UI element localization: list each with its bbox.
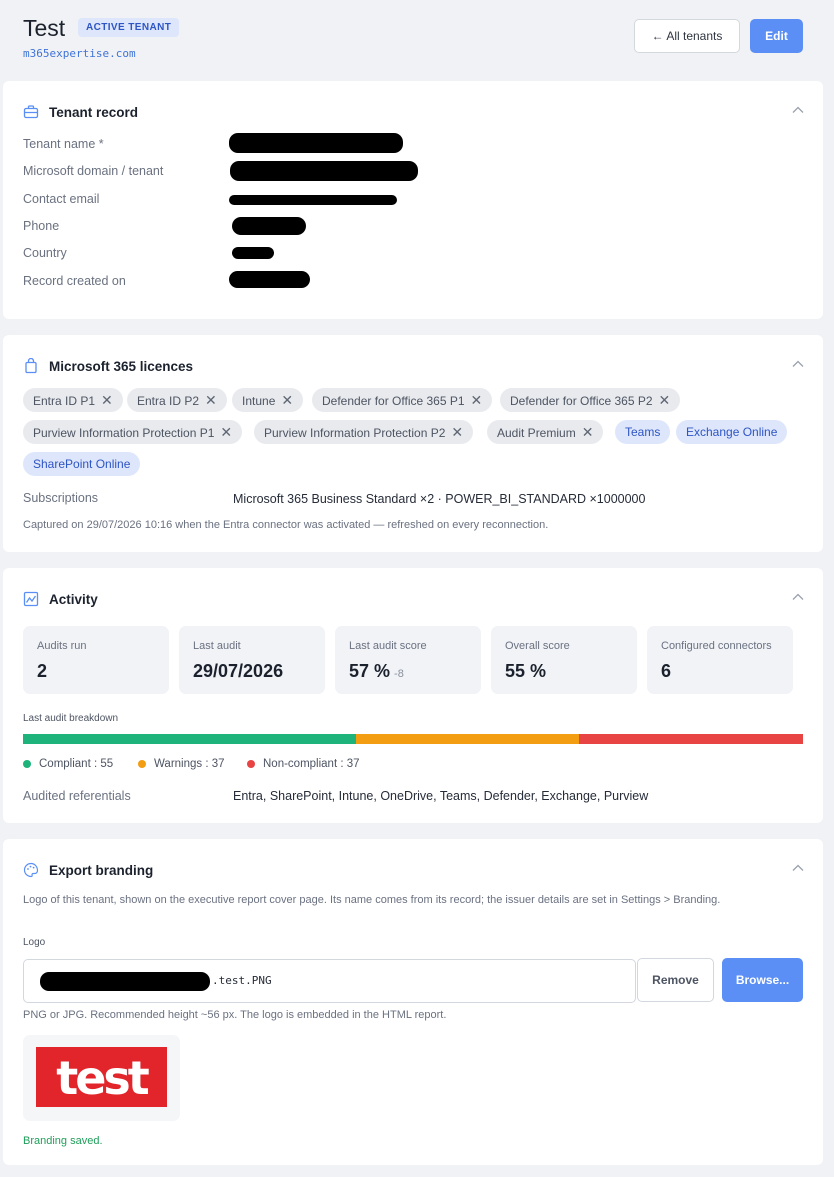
breakdown-label: Last audit breakdown — [23, 713, 119, 724]
browse-button[interactable]: Browse... — [722, 958, 803, 1002]
contact-email-label: Contact email — [23, 192, 100, 206]
tenant-domain: m365expertise.com — [23, 47, 136, 60]
licence-chip[interactable]: Audit Premium ✕ — [487, 420, 604, 444]
licence-chip[interactable]: Teams — [615, 420, 671, 444]
legend-non-compliant: Non-compliant : 37 — [247, 758, 360, 770]
legend-warnings: Warnings : 37 — [138, 758, 225, 770]
remove-icon[interactable]: ✕ — [281, 388, 293, 412]
stat-overall-score: Overall score 55 % — [491, 626, 637, 694]
licence-chip[interactable]: Entra ID P1 ✕ — [23, 388, 123, 412]
card-title: Activity — [49, 591, 98, 607]
edit-button[interactable]: Edit — [750, 19, 803, 53]
svg-text:test: test — [56, 1051, 149, 1105]
breakdown-segment — [579, 734, 803, 744]
chevron-up-icon[interactable] — [791, 357, 805, 371]
country-label: Country — [23, 246, 67, 260]
remove-button[interactable]: Remove — [637, 958, 714, 1002]
chevron-up-icon[interactable] — [791, 861, 805, 875]
licence-chip[interactable]: Entra ID P2 ✕ — [127, 388, 227, 412]
subscriptions-label: Subscriptions — [23, 491, 99, 505]
legend-dot — [247, 760, 255, 768]
logo-file-input[interactable]: .test.PNG — [23, 959, 636, 1003]
file-name-suffix: .test.PNG — [212, 974, 272, 987]
tenant-logo: test — [36, 1047, 167, 1107]
redacted-tenant-name — [229, 133, 403, 153]
activity-chart-icon — [23, 591, 39, 607]
page-header: Test ACTIVE TENANT m365expertise.com ← A… — [0, 0, 834, 80]
bag-icon — [25, 358, 37, 374]
saved-message: Branding saved. — [23, 1135, 103, 1147]
breakdown-bar — [23, 734, 803, 744]
licence-chip[interactable]: Defender for Office 365 P1 ✕ — [312, 388, 493, 412]
licence-chip[interactable]: Intune ✕ — [232, 388, 304, 412]
remove-icon[interactable]: ✕ — [451, 420, 463, 444]
tenant-record-card: Tenant record Tenant name * Microsoft do… — [3, 81, 823, 319]
card-title: Microsoft 365 licences — [49, 358, 194, 374]
all-tenants-button[interactable]: ← All tenants — [634, 19, 740, 53]
phone-label: Phone — [23, 219, 60, 233]
chevron-up-icon[interactable] — [791, 103, 805, 117]
remove-icon[interactable]: ✕ — [220, 420, 232, 444]
subscriptions-value: Microsoft 365 Business Standard ×2 · POW… — [233, 492, 646, 506]
card-title: Tenant record — [49, 104, 139, 120]
legend-dot — [138, 760, 146, 768]
redacted-file-name — [40, 972, 210, 991]
activity-header[interactable]: Activity — [23, 590, 98, 608]
remove-icon[interactable]: ✕ — [205, 388, 217, 412]
redacted-email — [229, 195, 397, 205]
remove-icon[interactable]: ✕ — [582, 420, 594, 444]
remove-icon[interactable]: ✕ — [659, 388, 671, 412]
redacted-phone — [232, 217, 306, 235]
legend-compliant: Compliant : 55 — [23, 758, 113, 770]
remove-icon[interactable]: ✕ — [101, 388, 113, 412]
licences-header[interactable]: Microsoft 365 licences — [23, 357, 193, 375]
licence-chip[interactable]: Purview Information Protection P1 ✕ — [23, 420, 243, 444]
palette-icon — [23, 862, 39, 878]
branding-description: Logo of this tenant, shown on the execut… — [23, 894, 721, 906]
stat-last-audit: Last audit 29/07/2026 — [179, 626, 325, 694]
domain-label: Microsoft domain / tenant — [23, 164, 164, 178]
redacted-domain — [230, 161, 418, 181]
breakdown-segment — [355, 734, 580, 744]
licence-chip[interactable]: Exchange Online — [676, 420, 788, 444]
created-on-label: Record created on — [23, 274, 126, 288]
referentials-label: Audited referentials — [23, 789, 131, 803]
stat-audits-run: Audits run 2 — [23, 626, 169, 694]
chevron-up-icon[interactable] — [791, 590, 805, 604]
status-badge: ACTIVE TENANT — [78, 18, 180, 37]
licences-card: Microsoft 365 licences Entra ID P1 ✕ Entr… — [3, 335, 823, 552]
licence-chip[interactable]: Defender for Office 365 P2 ✕ — [500, 388, 681, 412]
logo-preview: test — [23, 1035, 180, 1121]
redacted-created-date — [229, 271, 310, 288]
breakdown-segment — [23, 734, 356, 744]
tenant-record-header[interactable]: Tenant record — [23, 103, 138, 121]
captured-note: Captured on 29/07/2026 10:16 when the En… — [23, 519, 549, 531]
licence-chip[interactable]: Purview Information Protection P2 ✕ — [254, 420, 474, 444]
page-title: Test — [23, 15, 66, 41]
referentials-value: Entra, SharePoint, Intune, OneDrive, Tea… — [233, 789, 649, 803]
legend-dot — [23, 760, 31, 768]
card-title: Export branding — [49, 862, 154, 878]
remove-icon[interactable]: ✕ — [471, 388, 483, 412]
redacted-country — [232, 247, 274, 259]
logo-hint: PNG or JPG. Recommended height ~56 px. T… — [23, 1009, 447, 1021]
briefcase-icon — [23, 105, 39, 119]
branding-header[interactable]: Export branding — [23, 861, 153, 879]
stat-last-audit-score: Last audit score 57 % -8 — [335, 626, 481, 694]
stat-connectors: Configured connectors 6 — [647, 626, 793, 694]
licence-chip[interactable]: SharePoint Online — [23, 452, 141, 476]
tenant-name-label: Tenant name * — [23, 137, 104, 151]
branding-card: Export branding Logo of this tenant, sho… — [3, 839, 823, 1165]
score-delta: -8 — [394, 668, 404, 680]
logo-label: Logo — [23, 937, 46, 948]
activity-card: Activity Audits run 2 Last audit 29/07/2… — [3, 568, 823, 823]
